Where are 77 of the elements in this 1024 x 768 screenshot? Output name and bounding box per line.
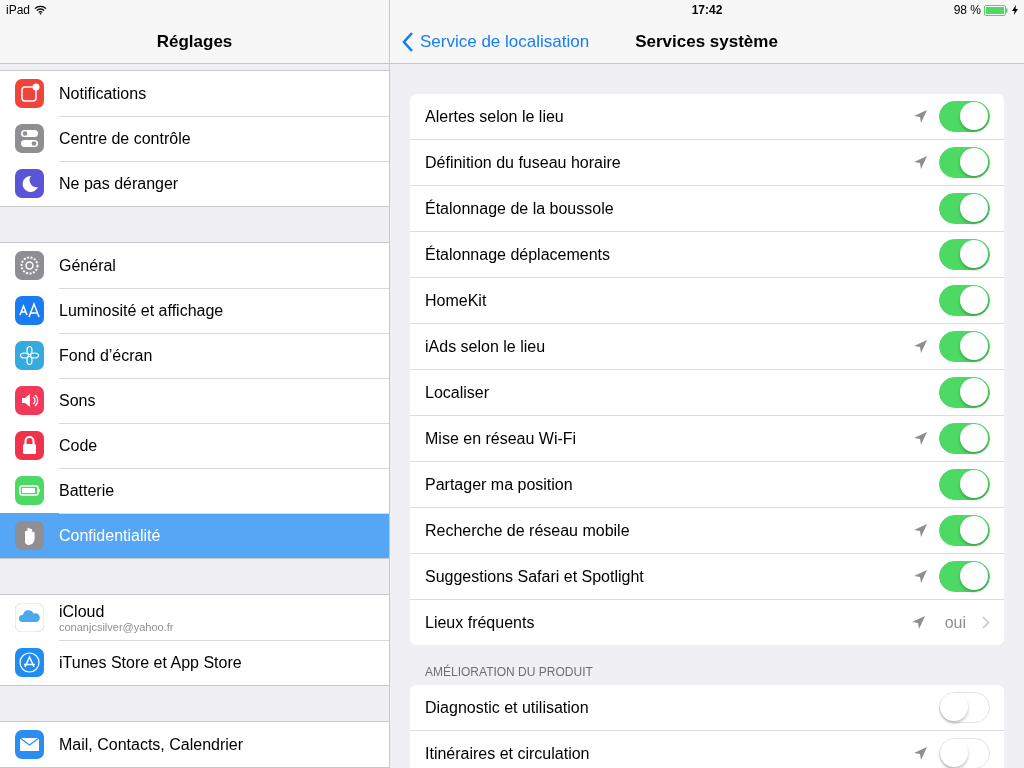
settings-item[interactable]: Fond d’écran <box>0 333 389 378</box>
toggle-switch[interactable] <box>939 515 990 546</box>
settings-item[interactable]: Centre de contrôle <box>0 116 389 161</box>
row-label: Localiser <box>425 383 491 402</box>
app-icon <box>15 386 44 415</box>
app-icon <box>15 476 44 505</box>
app-icon <box>15 341 44 370</box>
settings-item[interactable]: Ne pas déranger <box>0 161 389 206</box>
app-icon <box>15 124 44 153</box>
row-label: Lieux fréquents <box>425 613 536 632</box>
row-label: Itinéraires et circulation <box>425 744 591 763</box>
section-header: AMÉLIORATION DU PRODUIT <box>424 665 594 681</box>
app-icon <box>15 296 44 325</box>
row-value: oui <box>944 613 966 632</box>
row-label: Partager ma position <box>425 475 574 494</box>
row-label: Alertes selon le lieu <box>425 107 565 126</box>
battery-percent: 98 % <box>953 3 981 17</box>
row-label: Mise en réseau Wi-Fi <box>425 429 578 448</box>
app-icon <box>15 431 44 460</box>
wifi-icon <box>34 5 48 15</box>
app-icon <box>15 79 44 108</box>
app-icon <box>15 251 44 280</box>
item-label: Code <box>59 436 98 455</box>
toggle-switch[interactable] <box>939 692 990 723</box>
settings-item[interactable]: Luminosité et affichage <box>0 288 389 333</box>
item-label: Luminosité et affichage <box>59 301 224 320</box>
row-label: Étalonnage déplacements <box>425 245 612 264</box>
page-title: Services système <box>635 32 778 52</box>
settings-item[interactable]: Batterie <box>0 468 389 513</box>
battery-icon <box>984 4 1009 16</box>
settings-item[interactable]: Sons <box>0 378 389 423</box>
toggle-switch[interactable] <box>939 193 990 224</box>
item-label: Notifications <box>59 84 147 103</box>
item-label: Sons <box>59 391 96 410</box>
toggle-switch[interactable] <box>939 147 990 178</box>
toggle-switch[interactable] <box>939 101 990 132</box>
app-icon <box>15 521 44 550</box>
item-label: iTunes Store et App Store <box>59 653 242 672</box>
row-label: Diagnostic et utilisation <box>425 698 590 717</box>
item-label: Fond d’écran <box>59 346 153 365</box>
app-icon <box>15 603 44 632</box>
row-label: iAds selon le lieu <box>425 337 547 356</box>
toggle-switch[interactable] <box>939 561 990 592</box>
item-label: Batterie <box>59 481 115 500</box>
settings-item[interactable]: Général <box>0 243 389 288</box>
app-icon <box>15 169 44 198</box>
toggle-switch[interactable] <box>939 738 990 768</box>
row-label: Étalonnage de la boussole <box>425 199 615 218</box>
item-label: Général <box>59 256 116 275</box>
settings-item[interactable]: Code <box>0 423 389 468</box>
row-label: Recherche de réseau mobile <box>425 521 631 540</box>
settings-item[interactable]: iTunes Store et App Store <box>0 640 389 685</box>
toggle-switch[interactable] <box>939 423 990 454</box>
row-label: Suggestions Safari et Spotlight <box>425 567 645 586</box>
settings-item[interactable]: iCloud conanjcsilver@yahoo.fr <box>0 595 389 640</box>
item-label: Mail, Contacts, Calendrier <box>59 735 244 754</box>
chevron-left-icon <box>402 32 414 52</box>
item-label: Confidentialité <box>59 526 161 545</box>
settings-item[interactable]: Notifications <box>0 71 389 116</box>
app-icon <box>15 730 44 759</box>
settings-item[interactable]: Mail, Contacts, Calendrier <box>0 722 389 767</box>
item-label: iCloud <box>59 602 106 621</box>
toggle-switch[interactable] <box>939 239 990 270</box>
toggle-switch[interactable] <box>939 377 990 408</box>
sidebar-title: Réglages <box>156 32 233 52</box>
toggle-switch[interactable] <box>939 331 990 362</box>
item-label: Centre de contrôle <box>59 129 191 148</box>
clock-time: 17:42 <box>690 3 724 17</box>
device-name: iPad <box>6 3 31 17</box>
toggle-switch[interactable] <box>939 285 990 316</box>
toggle-switch[interactable] <box>939 469 990 500</box>
account-email: conanjcsilver@yahoo.fr <box>59 620 174 633</box>
chevron-right-icon <box>982 616 990 629</box>
row-label: Définition du fuseau horaire <box>425 153 622 172</box>
item-label: Ne pas déranger <box>59 174 179 193</box>
app-icon <box>15 648 44 677</box>
row-label: HomeKit <box>425 291 488 310</box>
